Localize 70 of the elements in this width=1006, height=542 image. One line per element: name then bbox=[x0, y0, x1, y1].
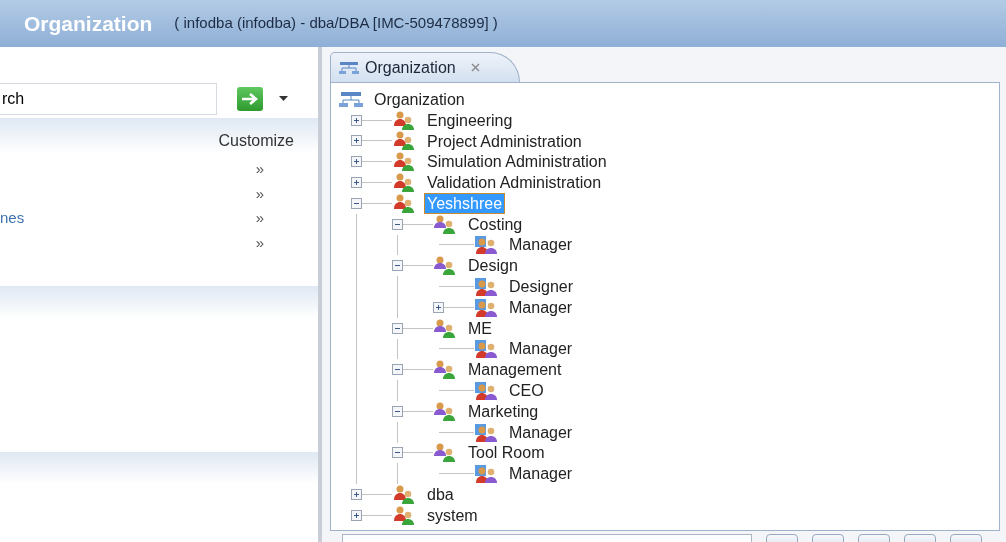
people-icon bbox=[392, 110, 416, 130]
people-icon bbox=[392, 485, 416, 505]
expand-toggle[interactable] bbox=[392, 322, 403, 334]
expand-toggle[interactable] bbox=[351, 114, 362, 126]
tree-node-label[interactable]: ME bbox=[465, 317, 495, 339]
tree-node-label[interactable]: Tool Room bbox=[465, 442, 548, 464]
expand-link[interactable]: » bbox=[255, 158, 264, 181]
tree-node-label[interactable]: Manager bbox=[506, 296, 576, 318]
tree-node-label[interactable]: Manager bbox=[506, 338, 576, 360]
people-icon bbox=[474, 464, 498, 484]
tree-node-label[interactable]: CEO bbox=[506, 380, 547, 402]
expand-link[interactable]: » bbox=[255, 182, 264, 205]
tree-node-label[interactable]: Engineering bbox=[424, 109, 516, 131]
tree-node-label[interactable]: Management bbox=[465, 359, 565, 381]
expand-toggle[interactable] bbox=[351, 156, 362, 168]
tree-node-label[interactable]: Manager bbox=[506, 463, 576, 485]
people-icon bbox=[433, 443, 457, 463]
people-icon bbox=[474, 422, 498, 442]
people-icon bbox=[392, 193, 416, 213]
expand-toggle[interactable] bbox=[351, 135, 362, 147]
expand-toggle[interactable] bbox=[351, 177, 362, 189]
tree-node-label[interactable]: Simulation Administration bbox=[424, 151, 610, 173]
tree-node-label[interactable]: Designer bbox=[506, 276, 577, 298]
expand-toggle[interactable] bbox=[392, 260, 403, 272]
people-icon bbox=[474, 277, 498, 297]
go-button[interactable] bbox=[237, 86, 263, 111]
tree-node-label[interactable]: Validation Administration bbox=[424, 172, 605, 194]
expand-toggle[interactable] bbox=[351, 197, 362, 209]
expand-link[interactable]: » bbox=[255, 231, 264, 254]
people-icon bbox=[433, 318, 457, 338]
expand-toggle[interactable] bbox=[392, 447, 403, 459]
tree-node-label[interactable]: Organization bbox=[371, 88, 468, 110]
expand-link[interactable]: » bbox=[255, 207, 264, 230]
expand-toggle[interactable] bbox=[392, 364, 403, 376]
search-field[interactable]: rch bbox=[0, 82, 217, 115]
tree-node-label[interactable]: Marketing bbox=[465, 400, 542, 422]
hierarchy-icon bbox=[339, 89, 363, 109]
panel-tab[interactable]: Organization bbox=[330, 52, 520, 82]
expand-toggle[interactable] bbox=[433, 301, 444, 313]
people-icon bbox=[433, 360, 457, 380]
hierarchy-icon bbox=[339, 60, 359, 75]
people-icon bbox=[392, 152, 416, 172]
people-icon bbox=[392, 505, 416, 525]
tree-node-label[interactable]: system bbox=[424, 504, 481, 526]
people-icon bbox=[433, 401, 457, 421]
expand-toggle[interactable] bbox=[392, 218, 403, 230]
people-icon bbox=[474, 339, 498, 359]
expand-toggle[interactable] bbox=[392, 405, 403, 417]
people-icon bbox=[474, 297, 498, 317]
people-icon bbox=[474, 381, 498, 401]
tree-node-label[interactable]: Manager bbox=[506, 421, 576, 443]
link-text[interactable]: nes bbox=[0, 207, 25, 230]
tree-node-label[interactable]: Project Administration bbox=[424, 130, 585, 152]
window-title: Organization bbox=[24, 10, 153, 37]
tree-node-label[interactable]: Costing bbox=[465, 213, 526, 235]
people-icon bbox=[433, 256, 457, 276]
tree-node-label[interactable]: dba bbox=[424, 484, 457, 506]
expand-toggle[interactable] bbox=[351, 509, 362, 521]
people-icon bbox=[474, 235, 498, 255]
tree-node-label[interactable]: Manager bbox=[506, 234, 576, 256]
people-icon bbox=[392, 173, 416, 193]
expand-toggle[interactable] bbox=[351, 489, 362, 501]
tree-node-label[interactable]: Design bbox=[465, 255, 521, 277]
close-icon[interactable] bbox=[469, 62, 481, 73]
people-icon bbox=[392, 131, 416, 151]
dropdown-caret-icon[interactable] bbox=[279, 96, 288, 101]
customize-link[interactable]: Customize bbox=[218, 129, 294, 153]
people-icon bbox=[433, 214, 457, 234]
window-subtitle: ( infodba (infodba) - dba/DBA [IMC-509478899] ) bbox=[174, 13, 498, 34]
arrow-icon bbox=[241, 91, 259, 106]
